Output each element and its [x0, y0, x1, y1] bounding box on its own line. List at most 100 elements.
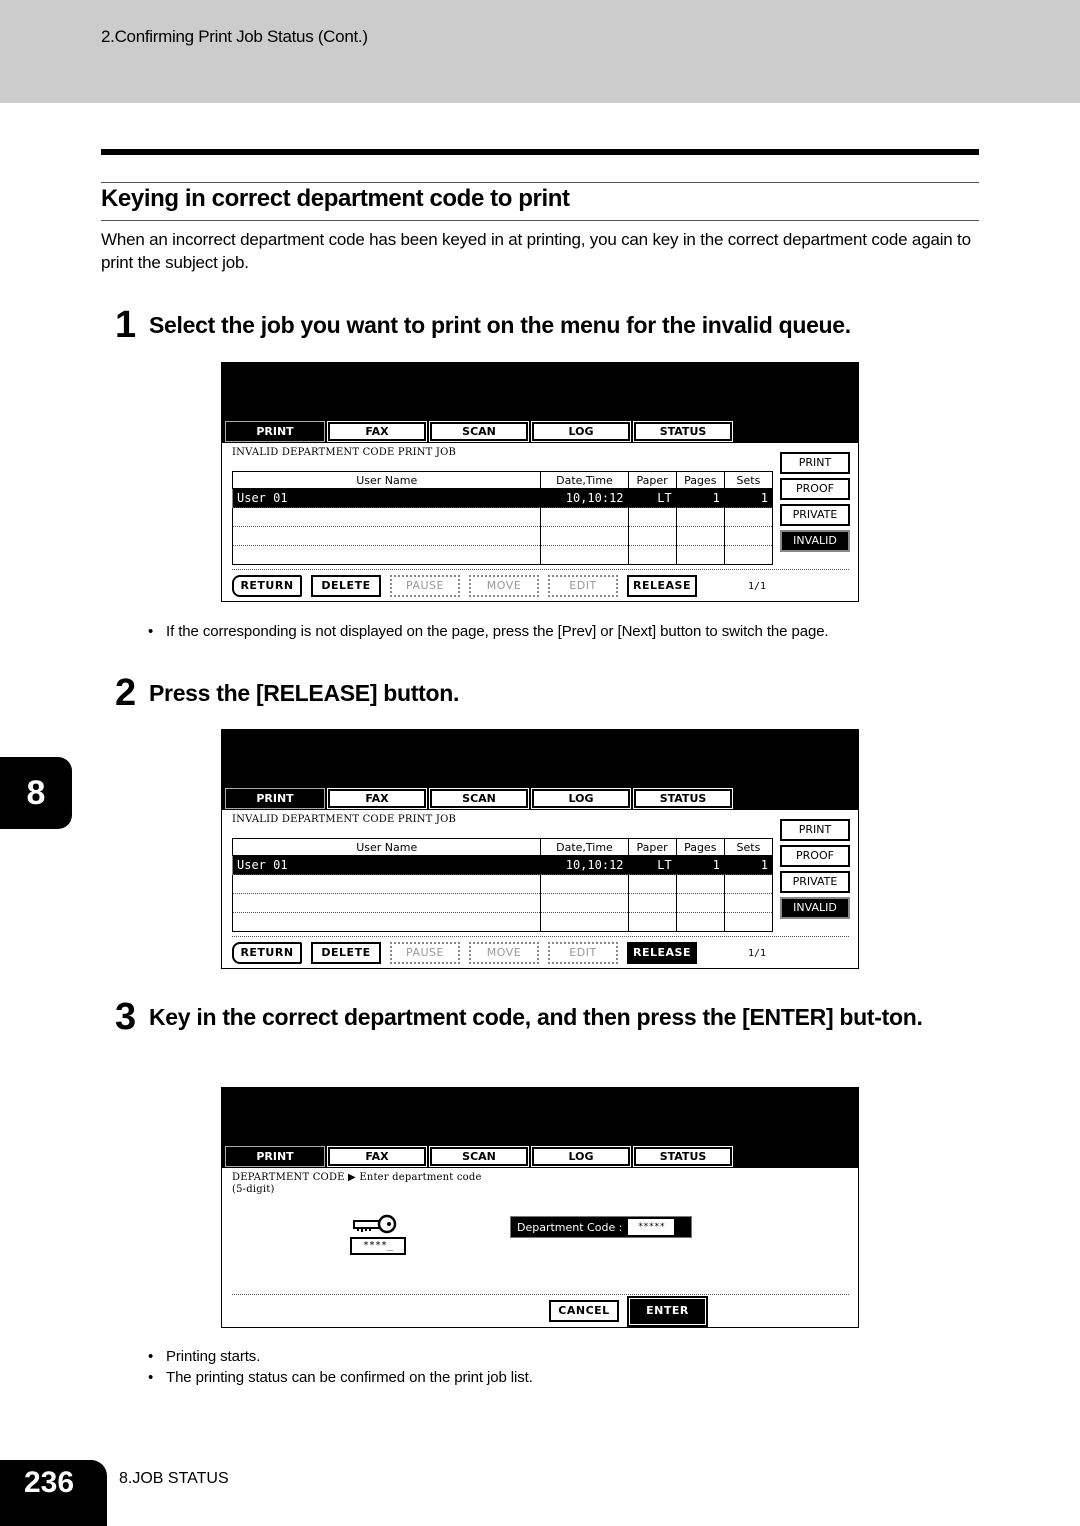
title-rule-bottom — [101, 220, 979, 221]
col-sets: Sets — [723, 838, 774, 856]
note-text: Printing starts. — [166, 1348, 261, 1365]
enter-button[interactable]: ENTER — [627, 1296, 708, 1327]
page-indicator: 1/1 — [748, 580, 767, 592]
col-user-name: User Name — [231, 838, 542, 856]
cell-paper: LT — [627, 488, 677, 508]
function-tabs: PRINT FAX SCAN LOG STATUS — [225, 421, 733, 442]
table-row-empty[interactable] — [231, 912, 774, 932]
table-row-empty[interactable] — [231, 526, 774, 546]
caption-line: (5-digit) — [232, 1184, 275, 1195]
divider — [232, 936, 849, 937]
release-button[interactable]: RELEASE — [627, 942, 697, 964]
page-number: 236 — [0, 1460, 107, 1526]
department-code-value: ***** — [628, 1219, 675, 1235]
invalid-queue-button[interactable]: INVALID — [780, 530, 850, 552]
col-date-time: Date,Time — [540, 838, 629, 856]
page-indicator: 1/1 — [748, 947, 767, 959]
tab-print[interactable]: PRINT — [225, 1146, 325, 1167]
table-row-empty[interactable] — [231, 545, 774, 565]
step-1-note: • If the corresponding is not displayed o… — [148, 623, 829, 640]
action-buttons: RETURN DELETE PAUSE MOVE EDIT RELEASE 1/… — [232, 575, 766, 597]
step-text: Select the job you want to print on the … — [149, 312, 851, 338]
divider — [232, 569, 849, 570]
tab-print[interactable]: PRINT — [225, 421, 325, 442]
tab-fax[interactable]: FAX — [327, 421, 427, 442]
step-text: Press the [RELEASE] button. — [149, 680, 460, 706]
cancel-button[interactable]: CANCEL — [549, 1300, 619, 1322]
col-sets: Sets — [723, 471, 774, 489]
print-queue-button[interactable]: PRINT — [780, 819, 850, 841]
step-text: Key in the correct department code, and … — [149, 1004, 923, 1030]
cell-sets: 1 — [723, 855, 774, 875]
cell-user: User 01 — [231, 488, 542, 508]
cell-sets: 1 — [723, 488, 774, 508]
divider — [232, 1294, 849, 1295]
bullet: • — [148, 1369, 154, 1386]
tab-log[interactable]: LOG — [531, 788, 631, 809]
tab-scan[interactable]: SCAN — [429, 1146, 529, 1167]
table-row-empty[interactable] — [231, 874, 774, 894]
move-button[interactable]: MOVE — [469, 942, 539, 964]
edit-button[interactable]: EDIT — [548, 942, 618, 964]
job-table: User Name Date,Time Paper Pages Sets Use… — [231, 471, 774, 565]
intro-paragraph: When an incorrect department code has be… — [101, 230, 971, 272]
return-button[interactable]: RETURN — [232, 575, 302, 597]
col-paper: Paper — [627, 838, 677, 856]
cell-datetime: 10,10:12 — [540, 488, 629, 508]
step-number: 1 — [115, 304, 136, 346]
pause-button[interactable]: PAUSE — [390, 575, 460, 597]
table-row-empty[interactable] — [231, 507, 774, 527]
delete-button[interactable]: DELETE — [311, 942, 381, 964]
table-row-empty[interactable] — [231, 893, 774, 913]
cell-pages: 1 — [675, 855, 725, 875]
col-date-time: Date,Time — [540, 471, 629, 489]
section-divider-thick — [101, 149, 979, 155]
proof-queue-button[interactable]: PROOF — [780, 478, 850, 500]
release-button[interactable]: RELEASE — [627, 575, 697, 597]
pause-button[interactable]: PAUSE — [390, 942, 460, 964]
note-text: If the corresponding is not displayed on… — [166, 623, 829, 640]
job-list-screen-1: PRINT FAX SCAN LOG STATUS INVALID DEPART… — [221, 362, 859, 602]
col-pages: Pages — [675, 471, 725, 489]
action-buttons: RETURN DELETE PAUSE MOVE EDIT RELEASE 1/… — [232, 942, 766, 964]
move-button[interactable]: MOVE — [469, 575, 539, 597]
note-text: The printing status can be confirmed on … — [166, 1369, 533, 1386]
screen-caption: INVALID DEPARTMENT CODE PRINT JOB — [232, 814, 457, 825]
tab-status[interactable]: STATUS — [633, 1146, 733, 1167]
print-queue-button[interactable]: PRINT — [780, 452, 850, 474]
tab-status[interactable]: STATUS — [633, 788, 733, 809]
tab-print[interactable]: PRINT — [225, 788, 325, 809]
function-tabs: PRINT FAX SCAN LOG STATUS — [225, 788, 733, 809]
table-row[interactable]: User 01 10,10:12 LT 1 1 — [231, 488, 774, 508]
tab-status[interactable]: STATUS — [633, 421, 733, 442]
code-entry-field[interactable]: ****_ — [350, 1237, 406, 1255]
bullet: • — [148, 1348, 154, 1365]
tab-log[interactable]: LOG — [531, 1146, 631, 1167]
department-code-display: Department Code : ***** — [510, 1216, 692, 1238]
tab-scan[interactable]: SCAN — [429, 421, 529, 442]
key-icon — [353, 1214, 397, 1234]
col-pages: Pages — [675, 838, 725, 856]
edit-button[interactable]: EDIT — [548, 575, 618, 597]
table-row[interactable]: User 01 10,10:12 LT 1 1 — [231, 855, 774, 875]
breadcrumb: 2.Confirming Print Job Status (Cont.) — [101, 27, 368, 46]
tab-scan[interactable]: SCAN — [429, 788, 529, 809]
proof-queue-button[interactable]: PROOF — [780, 845, 850, 867]
tab-fax[interactable]: FAX — [327, 788, 427, 809]
delete-button[interactable]: DELETE — [311, 575, 381, 597]
title-rule-top — [101, 182, 979, 183]
job-list-screen-2: PRINT FAX SCAN LOG STATUS INVALID DEPART… — [221, 729, 859, 969]
queue-buttons: PRINT PROOF PRIVATE INVALID — [780, 452, 850, 552]
private-queue-button[interactable]: PRIVATE — [780, 871, 850, 893]
tab-fax[interactable]: FAX — [327, 1146, 427, 1167]
function-tabs: PRINT FAX SCAN LOG STATUS — [225, 1146, 733, 1167]
tab-log[interactable]: LOG — [531, 421, 631, 442]
return-button[interactable]: RETURN — [232, 942, 302, 964]
bullet: • — [148, 623, 154, 640]
department-code-screen: PRINT FAX SCAN LOG STATUS DEPARTMENT COD… — [221, 1087, 859, 1328]
private-queue-button[interactable]: PRIVATE — [780, 504, 850, 526]
department-code-label: Department Code : — [517, 1220, 623, 1234]
invalid-queue-button[interactable]: INVALID — [780, 897, 850, 919]
step-number: 3 — [115, 996, 136, 1038]
cell-user: User 01 — [231, 855, 542, 875]
